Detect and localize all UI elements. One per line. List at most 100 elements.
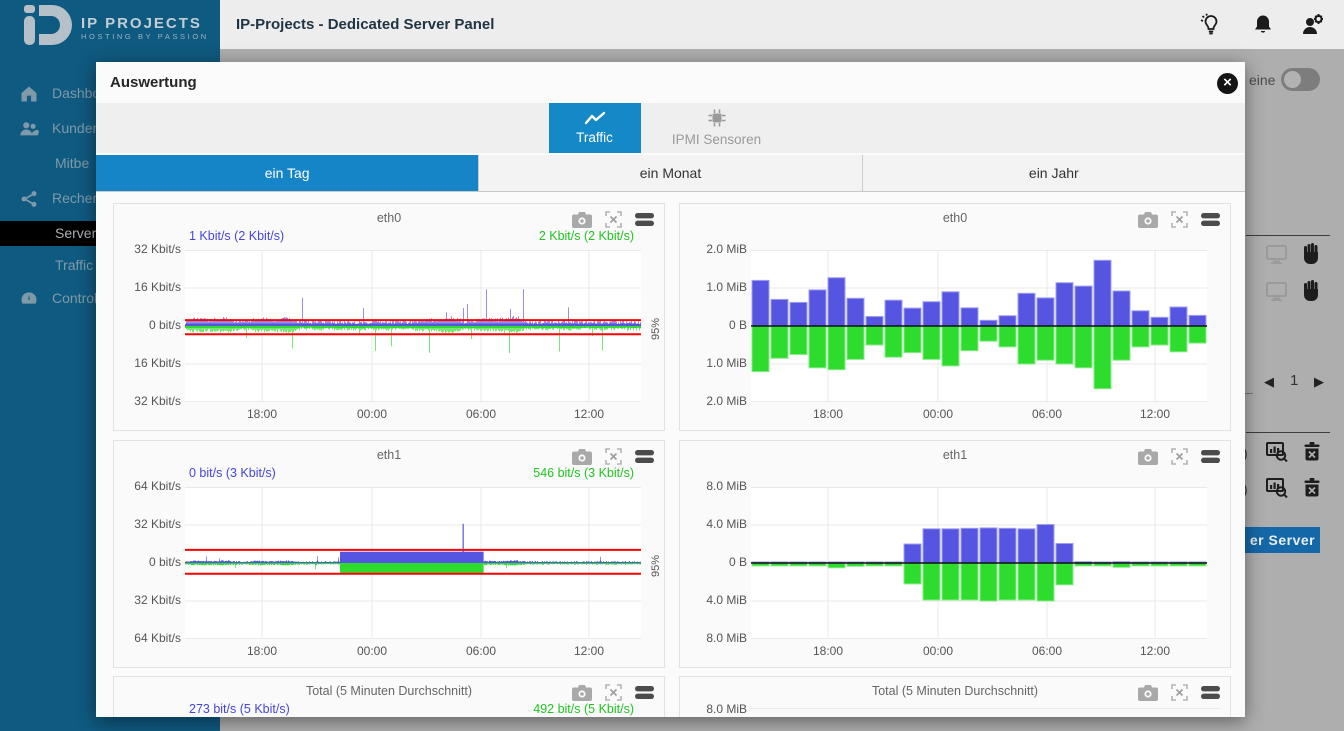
tab-label: Traffic xyxy=(576,130,613,145)
monitor-icon[interactable] xyxy=(1266,245,1287,269)
brand-logo[interactable]: IP PROJECTS HOSTING BY PASSION xyxy=(0,0,220,55)
server-action-button[interactable]: er Server xyxy=(1245,527,1320,553)
pagination-prev[interactable]: ◀ xyxy=(1264,374,1274,390)
monitor-icon[interactable] xyxy=(1266,282,1287,306)
subtab-ein-tag[interactable]: ein Tag xyxy=(96,155,479,191)
chart-panel-eth0-day-bars: eth02.0 MiB1.0 MiB0 B1.0 MiB2.0 MiB18:00… xyxy=(679,203,1231,431)
y-tick-label: 16 Kbit/s xyxy=(117,280,181,294)
menu-icon[interactable] xyxy=(635,212,654,227)
x-tick-label: 06:00 xyxy=(1021,644,1073,658)
panel-toolbar xyxy=(1138,684,1220,701)
sidebar-item-label: Mitbe xyxy=(55,155,89,171)
sidebar-item-label: Kunden xyxy=(52,120,100,136)
y-tick-label: 0 bit/s xyxy=(117,555,181,569)
toggle-knob xyxy=(1284,71,1301,88)
percentile-95-label: 95% xyxy=(650,547,662,577)
chart-search-icon[interactable] xyxy=(1266,478,1288,503)
notifications-icon[interactable] xyxy=(1251,13,1277,37)
plot-area[interactable] xyxy=(751,250,1207,402)
y-tick-label: 8.0 MiB xyxy=(683,479,747,493)
x-tick-label: 12:00 xyxy=(1129,644,1181,658)
y-tick-label: 32 Kbit/s xyxy=(117,394,181,408)
logo-line2: HOSTING BY PASSION xyxy=(81,32,209,41)
fullscreen-icon[interactable] xyxy=(1171,211,1188,228)
series-label-out: 492 bit/s (5 Kbit/s) xyxy=(533,702,634,716)
plot-area[interactable] xyxy=(185,250,641,402)
y-tick-label: 8.0 MiB xyxy=(683,631,747,645)
trash-icon[interactable] xyxy=(1304,478,1320,502)
hand-icon[interactable] xyxy=(1303,280,1320,306)
fullscreen-icon[interactable] xyxy=(605,211,622,228)
tab-strip: Traffic IPMI Sensoren xyxy=(96,103,1245,153)
series-label-out: 546 bit/s (3 Kbit/s) xyxy=(533,466,634,480)
panel-toolbar xyxy=(572,211,654,228)
camera-icon[interactable] xyxy=(572,685,592,701)
tab-traffic[interactable]: Traffic xyxy=(549,103,641,153)
fullscreen-icon[interactable] xyxy=(605,448,622,465)
panel-toolbar xyxy=(1138,211,1220,228)
camera-icon[interactable] xyxy=(572,449,592,465)
x-tick-label: 12:00 xyxy=(563,407,615,421)
app-title: IP-Projects - Dedicated Server Panel xyxy=(236,0,494,49)
fullscreen-icon[interactable] xyxy=(1171,448,1188,465)
percentile-95-label: 95% xyxy=(650,310,662,340)
camera-icon[interactable] xyxy=(1138,212,1158,228)
user-settings-icon[interactable] xyxy=(1300,13,1326,37)
sidebar-item-label: Traffic xyxy=(55,257,93,273)
trash-icon[interactable] xyxy=(1304,442,1320,466)
camera-icon[interactable] xyxy=(1138,449,1158,465)
menu-icon[interactable] xyxy=(1201,212,1220,227)
pagination-page: 1 xyxy=(1290,372,1298,389)
menu-icon[interactable] xyxy=(1201,449,1220,464)
modal-title: Auswertung xyxy=(110,74,197,91)
y-tick-label: 4.0 MiB xyxy=(683,517,747,531)
chart-search-icon[interactable] xyxy=(1266,442,1288,467)
period-subtabs: ein Tag ein Monat ein Jahr xyxy=(96,155,1245,192)
y-tick-label: 1.0 MiB xyxy=(683,356,747,370)
sidebar-item-label: Control xyxy=(52,290,97,306)
pagination-next[interactable]: ▶ xyxy=(1314,374,1324,390)
y-tick-label: 32 Kbit/s xyxy=(117,593,181,607)
camera-icon[interactable] xyxy=(1138,685,1158,701)
sidebar-item-label: Server xyxy=(55,225,96,241)
line-chart-icon xyxy=(584,111,606,128)
background-toggle[interactable] xyxy=(1281,68,1320,91)
x-tick-label: 00:00 xyxy=(346,407,398,421)
menu-icon[interactable] xyxy=(635,685,654,700)
series-label-in: 273 bit/s (5 Kbit/s) xyxy=(189,702,290,716)
camera-icon[interactable] xyxy=(572,212,592,228)
fullscreen-icon[interactable] xyxy=(605,684,622,701)
x-tick-label: 06:00 xyxy=(1021,407,1073,421)
close-icon[interactable]: × xyxy=(1217,73,1238,94)
menu-icon[interactable] xyxy=(1201,685,1220,700)
tab-label: IPMI Sensoren xyxy=(672,132,761,147)
share-icon xyxy=(19,189,39,212)
plot-area[interactable] xyxy=(185,487,641,639)
subtab-ein-jahr[interactable]: ein Jahr xyxy=(863,155,1245,191)
divider xyxy=(1246,432,1330,433)
tab-ipmi-sensoren[interactable]: IPMI Sensoren xyxy=(641,103,793,153)
y-tick-label: 4.0 MiB xyxy=(683,593,747,607)
y-tick-label: 8.0 MiB xyxy=(683,702,747,716)
menu-icon[interactable] xyxy=(635,449,654,464)
logo-text: IP PROJECTS HOSTING BY PASSION xyxy=(81,15,209,41)
x-tick-label: 00:00 xyxy=(346,644,398,658)
x-tick-label: 00:00 xyxy=(912,644,964,658)
idea-icon[interactable] xyxy=(1199,13,1225,37)
logo-line1: IP PROJECTS xyxy=(81,15,209,32)
chip-icon xyxy=(708,109,726,130)
gauge-icon xyxy=(19,289,39,312)
y-tick-label: 32 Kbit/s xyxy=(117,517,181,531)
panel-toolbar xyxy=(572,448,654,465)
subtab-ein-monat[interactable]: ein Monat xyxy=(479,155,862,191)
series-label-in: 0 bit/s (3 Kbit/s) xyxy=(189,466,276,480)
x-tick-label: 00:00 xyxy=(912,407,964,421)
plot-area[interactable] xyxy=(751,487,1207,639)
fullscreen-icon[interactable] xyxy=(1171,684,1188,701)
hand-icon[interactable] xyxy=(1303,243,1320,269)
divider xyxy=(1245,393,1253,394)
auswertung-modal: Auswertung × Traffic IPMI Sensoren ein T… xyxy=(96,62,1245,717)
y-tick-label: 2.0 MiB xyxy=(683,394,747,408)
sidebar-item-label: Recher xyxy=(52,190,97,206)
y-tick-label: 0 bit/s xyxy=(117,318,181,332)
